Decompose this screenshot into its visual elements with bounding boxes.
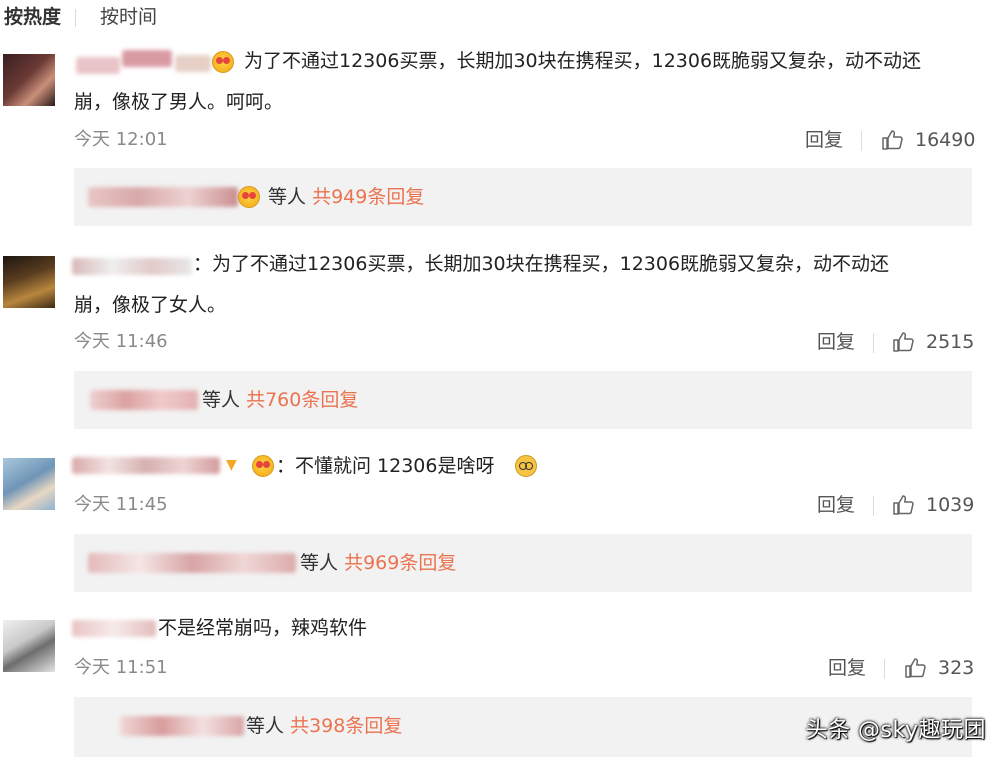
username-blurred[interactable] bbox=[72, 258, 192, 275]
reply-button[interactable]: 回复 bbox=[817, 494, 855, 516]
username-blurred-2 bbox=[122, 50, 172, 67]
sort-by-time-tab[interactable]: 按时间 bbox=[100, 5, 157, 29]
comment-time: 今天 11:46 bbox=[74, 331, 168, 352]
reply-users-blurred bbox=[88, 187, 238, 207]
watermark: 头条 @sky趣玩团 bbox=[805, 718, 986, 743]
emoji-icon bbox=[252, 455, 274, 477]
reply-summary[interactable]: 等人 共969条回复 bbox=[74, 534, 972, 592]
reply-suffix: 等人 bbox=[246, 715, 285, 737]
sort-divider bbox=[75, 9, 76, 27]
reply-summary-text: 等人 共760条回复 bbox=[202, 388, 358, 412]
comment-text: 为了不通过12306买票，长期加30块在携程买，12306既脆弱又复杂，动不动还 bbox=[244, 50, 922, 72]
reply-users-blurred bbox=[88, 553, 296, 573]
username-blurred[interactable] bbox=[72, 620, 156, 637]
like-count: 16490 bbox=[915, 129, 976, 151]
avatar[interactable] bbox=[3, 620, 55, 672]
reply-summary-text: 等人 共969条回复 bbox=[300, 551, 456, 575]
divider bbox=[884, 659, 885, 679]
thumbs-up-icon[interactable] bbox=[904, 656, 928, 680]
divider bbox=[873, 496, 874, 516]
reply-summary-text: 等人 共398条回复 bbox=[246, 714, 402, 738]
confused-emoji-icon bbox=[515, 455, 537, 477]
reply-button[interactable]: 回复 bbox=[828, 657, 866, 679]
thumbs-up-icon[interactable] bbox=[892, 330, 916, 354]
divider bbox=[861, 131, 862, 151]
reply-users-blurred bbox=[90, 390, 198, 410]
username-blurred-3 bbox=[175, 55, 211, 72]
thumbs-up-icon[interactable] bbox=[881, 128, 905, 152]
reply-summary-text: 等人 共949条回复 bbox=[268, 185, 424, 209]
comment-text: ：为了不通过12306买票，长期加30块在携程买，12306既脆弱又复杂，动不动… bbox=[193, 253, 890, 275]
comment-text: 不是经常崩吗，辣鸡软件 bbox=[158, 617, 368, 639]
avatar[interactable] bbox=[3, 54, 55, 106]
reply-total-link[interactable]: 共949条回复 bbox=[312, 186, 424, 208]
username-blurred[interactable] bbox=[76, 57, 120, 74]
like-count: 323 bbox=[938, 657, 975, 679]
emoji-icon bbox=[238, 186, 260, 208]
reply-users-blurred bbox=[120, 716, 244, 736]
avatar[interactable] bbox=[3, 256, 55, 308]
comment-time: 今天 11:51 bbox=[74, 657, 168, 678]
reply-button[interactable]: 回复 bbox=[817, 331, 855, 353]
like-count: 1039 bbox=[926, 494, 975, 516]
comment-time: 今天 12:01 bbox=[74, 129, 168, 150]
emoji-icon bbox=[212, 51, 234, 73]
reply-total-link[interactable]: 共398条回复 bbox=[290, 715, 402, 737]
thumbs-up-icon[interactable] bbox=[892, 493, 916, 517]
reply-summary[interactable]: 等人 共949条回复 bbox=[74, 168, 972, 226]
reply-summary[interactable]: 等人 共760条回复 bbox=[74, 371, 972, 429]
username-blurred[interactable] bbox=[72, 457, 220, 474]
reply-total-link[interactable]: 共969条回复 bbox=[344, 552, 456, 574]
reply-button[interactable]: 回复 bbox=[805, 129, 843, 151]
comment-time: 今天 11:45 bbox=[74, 494, 168, 515]
like-count: 2515 bbox=[926, 331, 975, 353]
reply-suffix: 等人 bbox=[300, 552, 339, 574]
sort-by-hot-tab[interactable]: 按热度 bbox=[4, 5, 61, 29]
avatar[interactable] bbox=[3, 458, 55, 510]
reply-total-link[interactable]: 共760条回复 bbox=[246, 389, 358, 411]
comment-text-cont: 崩，像极了男人。呵呵。 bbox=[74, 91, 284, 113]
divider bbox=[873, 333, 874, 353]
comment-text: ：不懂就问 12306是啥呀 bbox=[276, 455, 495, 477]
verified-badge-icon: ▼ bbox=[226, 457, 237, 473]
reply-suffix: 等人 bbox=[202, 389, 241, 411]
sort-bar: 按热度 按时间 bbox=[0, 0, 1008, 36]
reply-suffix: 等人 bbox=[268, 186, 307, 208]
comment-text-cont: 崩，像极了女人。 bbox=[74, 294, 227, 316]
